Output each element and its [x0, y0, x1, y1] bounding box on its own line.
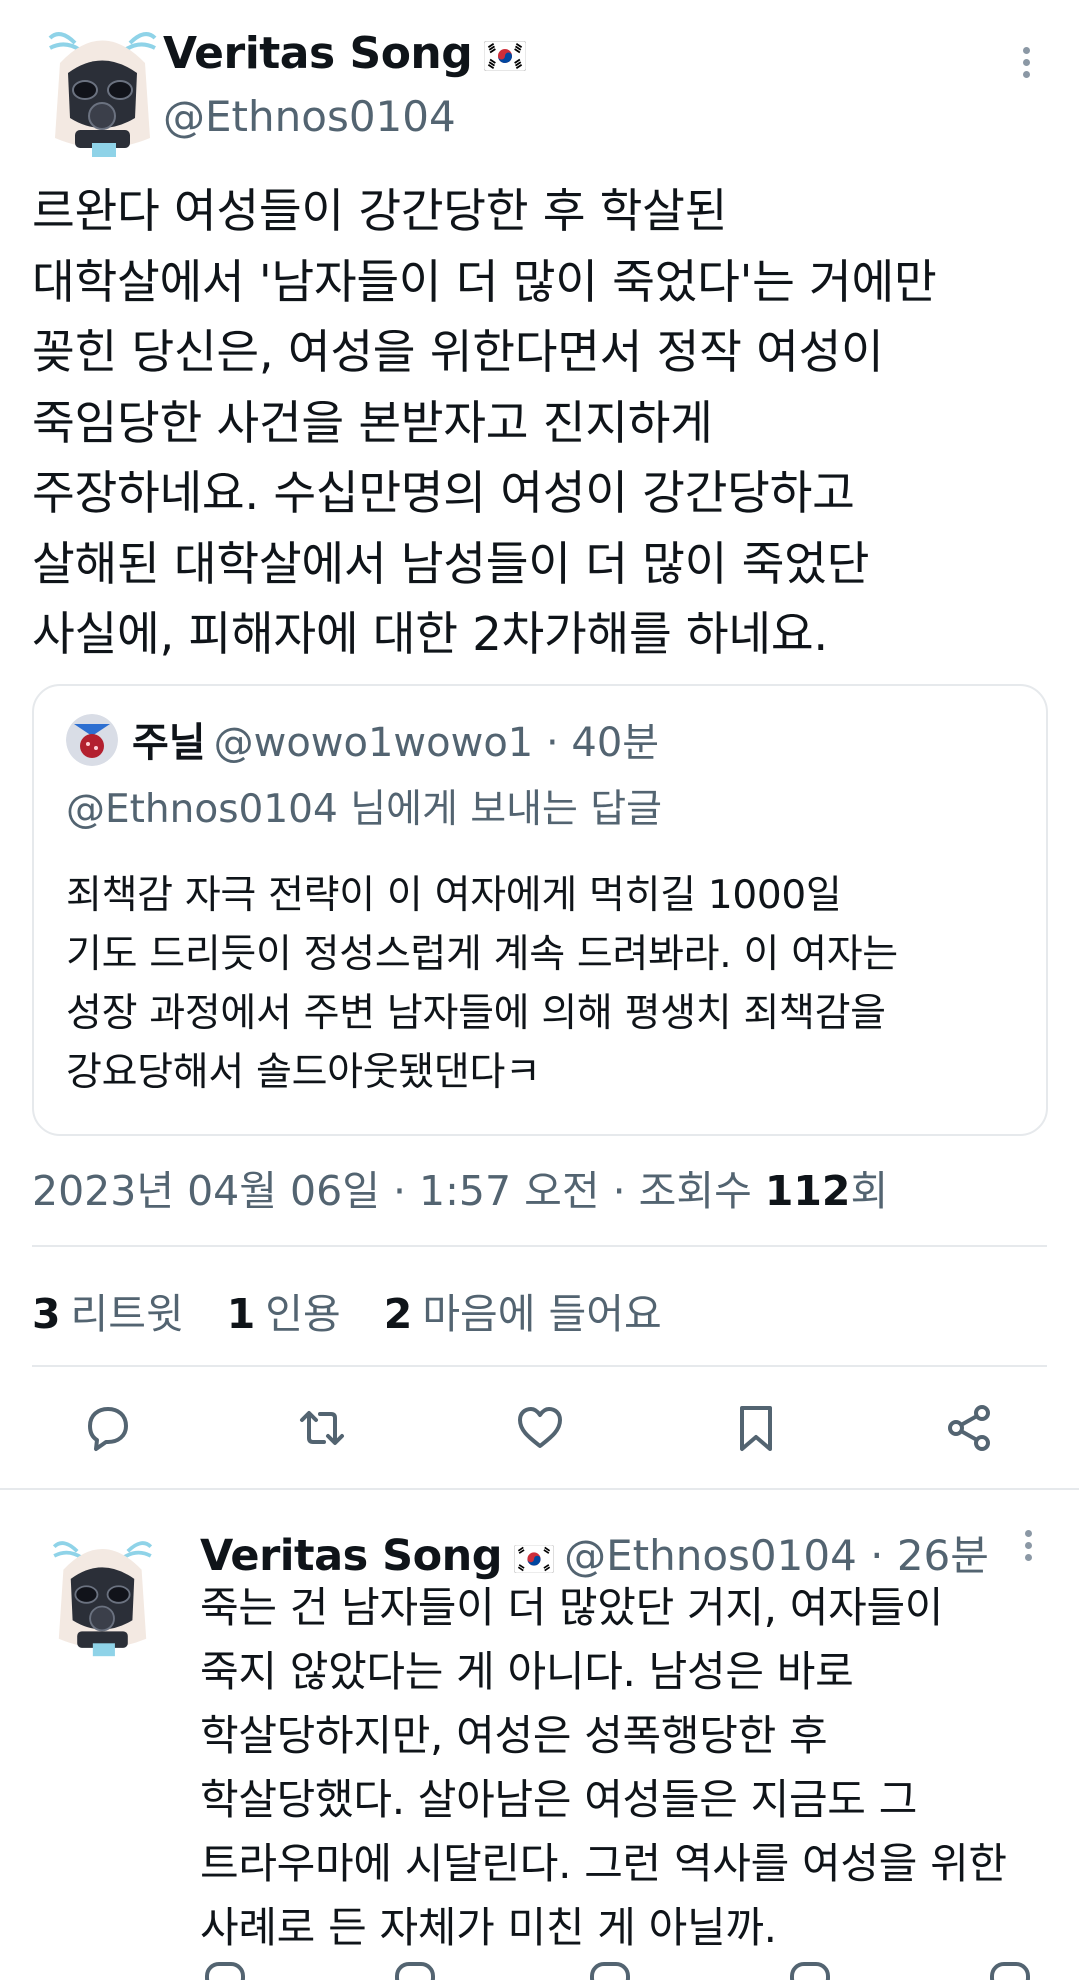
reply-handle-time: @Ethnos0104 · 26분	[564, 1531, 989, 1580]
quoted-reply-to: @Ethnos0104 님에게 보내는 답글	[66, 787, 663, 832]
author-handle[interactable]: @Ethnos0104	[163, 92, 456, 141]
quoted-tweet-header: 주닐 @wowo1wowo1 · 40분	[132, 710, 659, 768]
divider	[32, 1365, 1047, 1367]
like-icon[interactable]	[590, 1962, 630, 1980]
quoted-handle-time: @wowo1wowo1 · 40분	[213, 720, 660, 766]
reply-tweet-text: 죽는 건 남자들이 더 많았단 거지, 여자들이 죽지 않았다는 게 아니다. …	[200, 1583, 1007, 1952]
south-korea-flag-icon	[483, 31, 527, 82]
reply-icon[interactable]	[80, 1400, 136, 1456]
views-icon[interactable]	[790, 1962, 830, 1980]
quoted-tweet-card[interactable]: 주닐 @wowo1wowo1 · 40분 @Ethnos0104 님에게 보내는 …	[32, 684, 1048, 1136]
quoted-author-name[interactable]: 주닐	[132, 720, 206, 766]
reply-more-options-icon[interactable]	[1016, 1525, 1040, 1575]
author-avatar[interactable]	[40, 18, 165, 163]
retweet-icon[interactable]	[294, 1400, 350, 1456]
retweets-stat[interactable]: 3 리트윗	[32, 1290, 184, 1338]
bookmark-icon[interactable]	[728, 1400, 784, 1456]
action-bar	[0, 1400, 1079, 1460]
reply-author-avatar[interactable]	[45, 1525, 160, 1665]
author-name[interactable]: Veritas Song	[163, 28, 527, 82]
tweet-stats: 3 리트윗 1 인용 2 마음에 들어요	[32, 1280, 692, 1340]
tweet-timestamp: 2023년 04월 06일 · 1:57 오전 · 조회수 112회	[32, 1167, 889, 1215]
share-icon[interactable]	[990, 1962, 1030, 1980]
tweet-text: 르완다 여성들이 강간당한 후 학살된 대학살에서 '남자들이 더 많이 죽었다…	[32, 184, 937, 661]
view-count: 112	[764, 1167, 851, 1215]
section-separator	[0, 1488, 1079, 1490]
reply-header: Veritas Song @Ethnos0104 · 26분	[200, 1522, 989, 1583]
quoted-author-avatar[interactable]	[66, 714, 118, 766]
quoted-tweet-text: 죄책감 자극 전략이 이 여자에게 먹히길 1000일 기도 드리듯이 정성스럽…	[66, 873, 898, 1095]
share-icon[interactable]	[942, 1400, 998, 1456]
divider	[32, 1245, 1047, 1247]
reply-action-bar-partial	[0, 1962, 1079, 1980]
reply-icon[interactable]	[205, 1962, 245, 1980]
like-icon[interactable]	[512, 1400, 568, 1456]
quotes-stat[interactable]: 1 인용	[227, 1290, 341, 1338]
more-options-icon[interactable]	[1014, 42, 1038, 92]
reply-author-name[interactable]: Veritas Song	[200, 1531, 503, 1581]
retweet-icon[interactable]	[395, 1962, 435, 1980]
likes-stat[interactable]: 2 마음에 들어요	[384, 1290, 662, 1338]
